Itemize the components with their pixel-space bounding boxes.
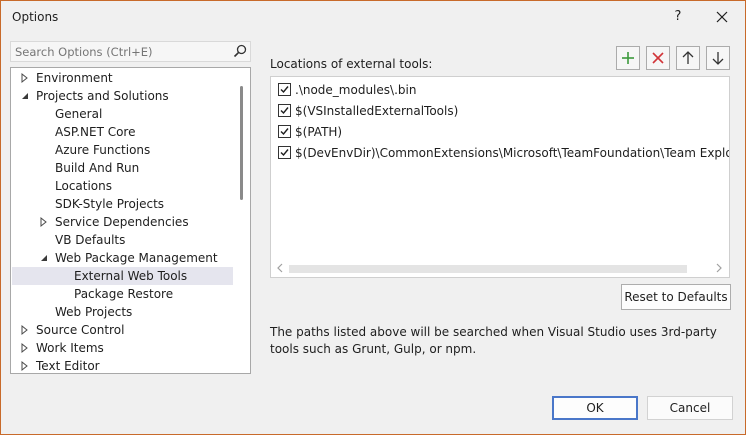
- tree-scrollbar[interactable]: [234, 68, 250, 373]
- tree-item[interactable]: Web Package Management: [12, 249, 233, 267]
- checkmark-icon: [280, 149, 289, 157]
- tree-item-label: External Web Tools: [74, 269, 188, 283]
- chevron-right-icon[interactable]: [20, 69, 30, 87]
- plus-icon: [622, 52, 634, 64]
- ok-button[interactable]: OK: [552, 396, 638, 420]
- scroll-right-icon[interactable]: [715, 263, 723, 273]
- locations-label: Locations of external tools:: [270, 57, 433, 71]
- tree-item[interactable]: Service Dependencies: [12, 213, 233, 231]
- path-text: $(PATH): [295, 125, 343, 139]
- path-checkbox[interactable]: [278, 146, 291, 159]
- tree-item-label: SDK-Style Projects: [55, 197, 165, 211]
- reset-to-defaults-button[interactable]: Reset to Defaults: [621, 284, 731, 310]
- add-path-button[interactable]: [616, 46, 640, 70]
- tree-item-label: Source Control: [36, 323, 125, 337]
- tree-item-label: Environment: [36, 71, 113, 85]
- tree-item[interactable]: VB Defaults: [12, 231, 233, 249]
- tree-item[interactable]: Text Editor: [12, 357, 233, 374]
- arrow-up-icon: [682, 51, 694, 64]
- tree-item-label: Web Projects: [55, 305, 133, 319]
- tree-item[interactable]: Work Items: [12, 339, 233, 357]
- tree-item[interactable]: Build And Run: [12, 159, 233, 177]
- tree-item-label: Web Package Management: [55, 251, 218, 265]
- delete-x-icon: [652, 52, 664, 64]
- scroll-left-icon[interactable]: [276, 263, 284, 273]
- move-down-button[interactable]: [706, 46, 730, 70]
- options-dialog: Options ? Text Editor Work Items Source Co…: [0, 0, 746, 435]
- path-text: $(VSInstalledExternalTools): [295, 104, 459, 118]
- help-button[interactable]: ?: [669, 7, 687, 27]
- tree-scrollbar-thumb[interactable]: [240, 86, 243, 200]
- tree-item[interactable]: SDK-Style Projects: [12, 195, 233, 213]
- tree-item-label: Package Restore: [74, 287, 174, 301]
- tree-item-label: Work Items: [36, 341, 104, 355]
- options-tree: Text Editor Work Items Source Control Web P…: [10, 67, 251, 374]
- tree-item-label: Projects and Solutions: [36, 89, 169, 103]
- paths-list: $(DevEnvDir)\CommonExtensions\Microsoft\…: [270, 76, 730, 278]
- search-box: [10, 41, 251, 62]
- path-checkbox[interactable]: [278, 104, 291, 117]
- description-text: The paths listed above will be searched …: [270, 325, 717, 356]
- delete-path-button[interactable]: [646, 46, 670, 70]
- checkmark-icon: [280, 128, 289, 136]
- tree-item[interactable]: Source Control: [12, 321, 233, 339]
- tree-item-label: Locations: [55, 179, 113, 193]
- move-up-button[interactable]: [676, 46, 700, 70]
- path-checkbox[interactable]: [278, 83, 291, 96]
- tree-item-label: Build And Run: [55, 161, 140, 175]
- chevron-right-icon[interactable]: [39, 213, 49, 231]
- chevron-right-icon[interactable]: [20, 339, 30, 357]
- tree-item-label: VB Defaults: [55, 233, 126, 247]
- tree-item[interactable]: Web Projects: [12, 303, 233, 321]
- path-text: $(DevEnvDir)\CommonExtensions\Microsoft\…: [295, 146, 730, 160]
- close-icon: [716, 11, 728, 23]
- tree-item-label: ASP.NET Core: [55, 125, 136, 139]
- cancel-button[interactable]: Cancel: [647, 396, 733, 420]
- search-input[interactable]: [11, 42, 233, 61]
- tree-item[interactable]: Locations: [12, 177, 233, 195]
- tree-item[interactable]: Projects and Solutions: [12, 87, 233, 105]
- close-button[interactable]: [711, 7, 733, 29]
- tree-item-label: Azure Functions: [55, 143, 151, 157]
- expanded-triangle-icon[interactable]: [39, 249, 49, 267]
- tree-item[interactable]: Environment: [12, 69, 233, 87]
- tree-item-label: Service Dependencies: [55, 215, 189, 229]
- search-icon[interactable]: [232, 43, 248, 59]
- paths-scrollbar-thumb[interactable]: [289, 265, 687, 273]
- checkmark-icon: [280, 107, 289, 115]
- path-text: .\node_modules\.bin: [295, 83, 417, 97]
- arrow-down-icon: [712, 52, 724, 65]
- path-checkbox[interactable]: [278, 125, 291, 138]
- paths-horizontal-scrollbar[interactable]: [271, 259, 729, 277]
- tree-item-label: General: [55, 107, 103, 121]
- tree-item[interactable]: General: [12, 105, 233, 123]
- chevron-right-icon[interactable]: [20, 357, 30, 374]
- window-title: Options: [12, 10, 59, 24]
- checkmark-icon: [280, 86, 289, 94]
- title-bar: Options ?: [1, 1, 745, 35]
- chevron-right-icon[interactable]: [20, 321, 30, 339]
- tree-item[interactable]: External Web Tools: [12, 267, 233, 285]
- tree-item-label: Text Editor: [36, 359, 100, 373]
- tree-item[interactable]: ASP.NET Core: [12, 123, 233, 141]
- tree-item[interactable]: Package Restore: [12, 285, 233, 303]
- tree-item[interactable]: Azure Functions: [12, 141, 233, 159]
- expanded-triangle-icon[interactable]: [20, 87, 30, 105]
